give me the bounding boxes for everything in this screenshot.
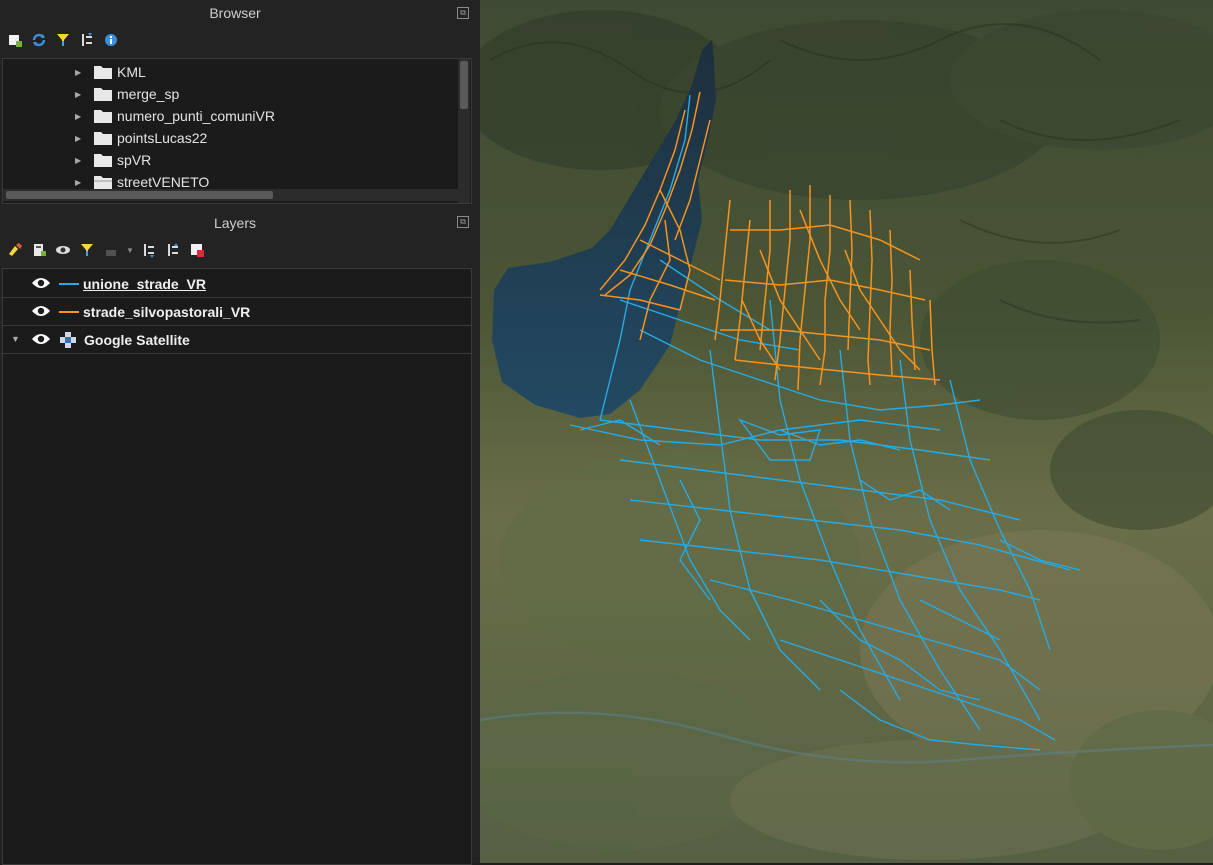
folder-icon	[94, 88, 112, 101]
browser-toolbar	[6, 29, 120, 51]
expand-arrow-icon[interactable]: ▶	[75, 178, 81, 187]
layers-toolbar: ▼	[6, 239, 206, 261]
layer-row-google-satellite[interactable]: ▼ Google Satellite	[3, 326, 471, 354]
browser-item-label: pointsLucas22	[117, 130, 208, 146]
visibility-icon[interactable]	[54, 241, 72, 259]
remove-layer-icon[interactable]	[188, 241, 206, 259]
map-canvas[interactable]	[480, 0, 1213, 863]
eye-icon[interactable]	[31, 276, 51, 290]
expand-arrow-icon[interactable]: ▶	[75, 68, 81, 77]
browser-item-label: spVR	[117, 152, 152, 168]
line-symbol-icon	[59, 283, 79, 285]
expand-all-icon[interactable]	[140, 241, 158, 259]
open-folder-icon	[94, 176, 112, 189]
collapse-all-icon[interactable]	[164, 241, 182, 259]
eye-icon[interactable]	[31, 332, 51, 346]
layer-label: strade_silvopastorali_VR	[83, 304, 251, 320]
expand-arrow-icon[interactable]: ▶	[75, 156, 81, 165]
info-icon[interactable]	[102, 31, 120, 49]
layers-panel-title: Layers	[213, 215, 257, 231]
collapse-all-icon[interactable]	[78, 31, 96, 49]
scrollbar-thumb[interactable]	[460, 61, 468, 109]
expand-arrow-icon[interactable]: ▶	[75, 112, 81, 121]
add-group-icon[interactable]	[30, 241, 48, 259]
collapse-arrow-icon[interactable]: ▼	[11, 334, 20, 344]
filter-legend-icon[interactable]	[78, 241, 96, 259]
layer-row-strade-silvopastorali[interactable]: strade_silvopastorali_VR	[3, 298, 471, 326]
browser-item-pointslucas22[interactable]: ▶ pointsLucas22	[3, 127, 458, 149]
folder-icon	[94, 66, 112, 79]
folder-icon	[94, 154, 112, 167]
map-svg	[480, 0, 1213, 863]
dropdown-arrow-icon[interactable]: ▼	[126, 241, 134, 259]
browser-item-label: streetVENETO	[117, 174, 210, 190]
expand-arrow-icon[interactable]: ▶	[75, 134, 81, 143]
filter-expression-icon[interactable]	[102, 241, 120, 259]
browser-tree: ▶ KML ▶ merge_sp ▶ numero_punti_comuniVR…	[2, 58, 472, 204]
browser-float-button[interactable]: ⧉	[457, 7, 469, 19]
browser-horizontal-scrollbar[interactable]	[3, 189, 458, 201]
scrollbar-thumb[interactable]	[6, 191, 273, 199]
browser-item-label: merge_sp	[117, 86, 180, 102]
expand-arrow-icon[interactable]: ▶	[75, 90, 81, 99]
folder-icon	[94, 110, 112, 123]
style-manager-icon[interactable]	[6, 241, 24, 259]
browser-item-spvr[interactable]: ▶ spVR	[3, 149, 458, 171]
browser-panel-title: Browser	[209, 5, 261, 21]
folder-icon	[94, 132, 112, 145]
refresh-icon[interactable]	[30, 31, 48, 49]
line-symbol-icon	[59, 311, 79, 313]
browser-item-label: numero_punti_comuniVR	[117, 108, 275, 124]
left-dock: Browser ⧉ ▶ KML ▶ merge_sp ▶ numero_punt…	[0, 0, 480, 865]
layer-label: unione_strade_VR	[83, 276, 206, 292]
layer-row-unione-strade[interactable]: unione_strade_VR	[3, 270, 471, 298]
browser-item-merge-sp[interactable]: ▶ merge_sp	[3, 83, 458, 105]
filter-icon[interactable]	[54, 31, 72, 49]
browser-item-numero-punti[interactable]: ▶ numero_punti_comuniVR	[3, 105, 458, 127]
browser-vertical-scrollbar[interactable]	[458, 59, 470, 203]
layer-label: Google Satellite	[84, 332, 190, 348]
add-layer-icon[interactable]	[6, 31, 24, 49]
browser-item-kml[interactable]: ▶ KML	[3, 61, 458, 83]
raster-layer-icon	[60, 332, 76, 348]
layers-float-button[interactable]: ⧉	[457, 216, 469, 228]
layers-tree: unione_strade_VR strade_silvopastorali_V…	[2, 268, 472, 865]
eye-icon[interactable]	[31, 304, 51, 318]
browser-item-label: KML	[117, 64, 146, 80]
